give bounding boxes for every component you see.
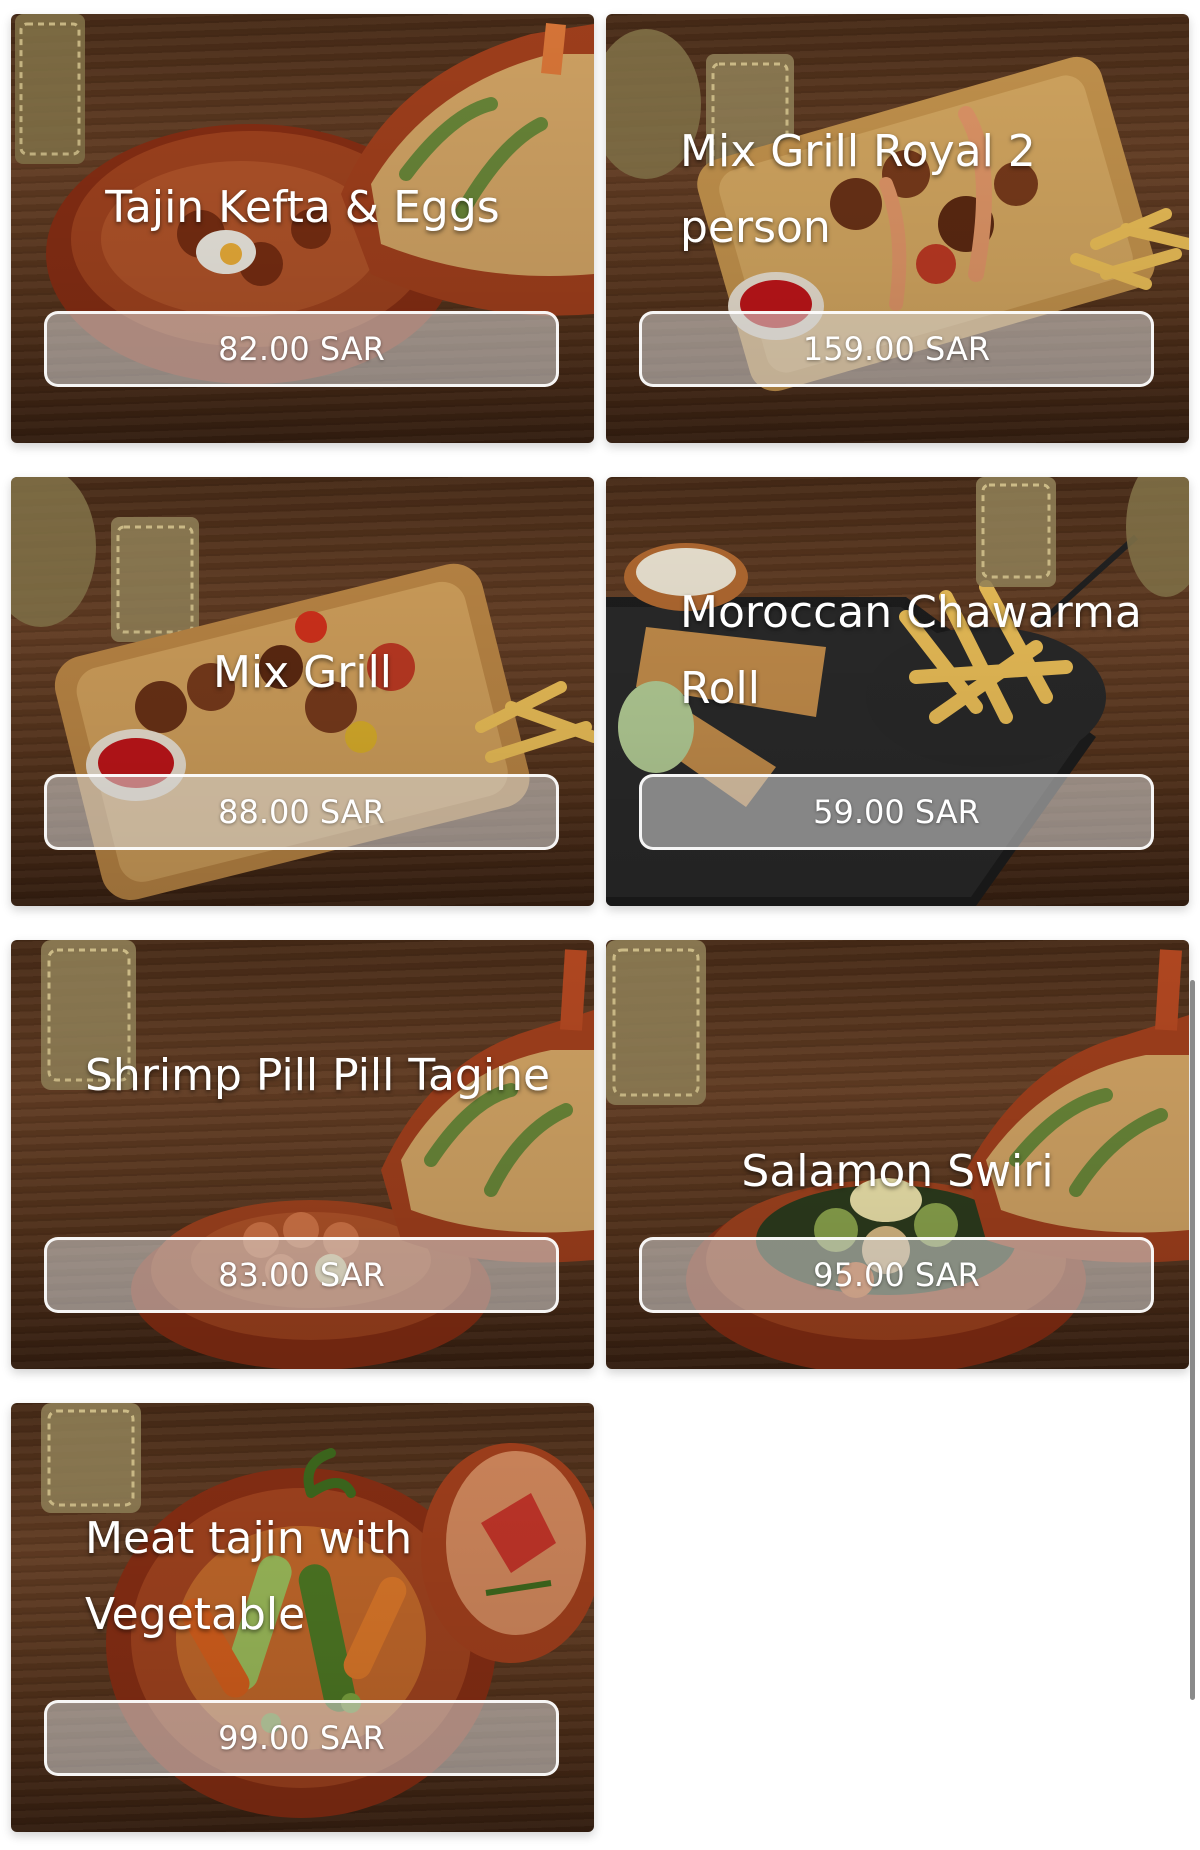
item-name: Meat tajin with Vegetable <box>85 1513 413 1640</box>
item-name: Mix Grill <box>212 647 393 698</box>
price-button[interactable]: 95.00 SAR <box>639 1237 1154 1313</box>
item-name: Shrimp Pill Pill Tagine <box>85 1050 551 1101</box>
menu-page: Tajin Kefta & Eggs 82.00 SAR Mix Grill R… <box>0 0 1200 1850</box>
menu-item-card[interactable]: Mix Grill 88.00 SAR <box>11 477 594 906</box>
menu-item-card[interactable]: Tajin Kefta & Eggs 82.00 SAR <box>11 14 594 443</box>
menu-item-card[interactable]: Salamon Swiri 95.00 SAR <box>606 940 1189 1369</box>
item-name: Mix Grill Royal 2 person <box>680 126 1036 253</box>
menu-item-card[interactable]: Shrimp Pill Pill Tagine 83.00 SAR <box>11 940 594 1369</box>
price-button[interactable]: 99.00 SAR <box>44 1700 559 1776</box>
menu-item-card[interactable]: Moroccan Chawarma Roll 59.00 SAR <box>606 477 1189 906</box>
menu-item-card[interactable]: Mix Grill Royal 2 person 159.00 SAR <box>606 14 1189 443</box>
price-button[interactable]: 82.00 SAR <box>44 311 559 387</box>
menu-item-card[interactable]: Meat tajin with Vegetable 99.00 SAR <box>11 1403 594 1832</box>
menu-grid: Tajin Kefta & Eggs 82.00 SAR Mix Grill R… <box>11 14 1189 1832</box>
item-name: Salamon Swiri <box>741 1146 1054 1197</box>
price-button[interactable]: 83.00 SAR <box>44 1237 559 1313</box>
item-name: Moroccan Chawarma Roll <box>680 587 1142 714</box>
item-name: Tajin Kefta & Eggs <box>105 182 500 233</box>
price-button[interactable]: 159.00 SAR <box>639 311 1154 387</box>
price-button[interactable]: 88.00 SAR <box>44 774 559 850</box>
price-button[interactable]: 59.00 SAR <box>639 774 1154 850</box>
scrollbar[interactable] <box>1190 980 1195 1700</box>
